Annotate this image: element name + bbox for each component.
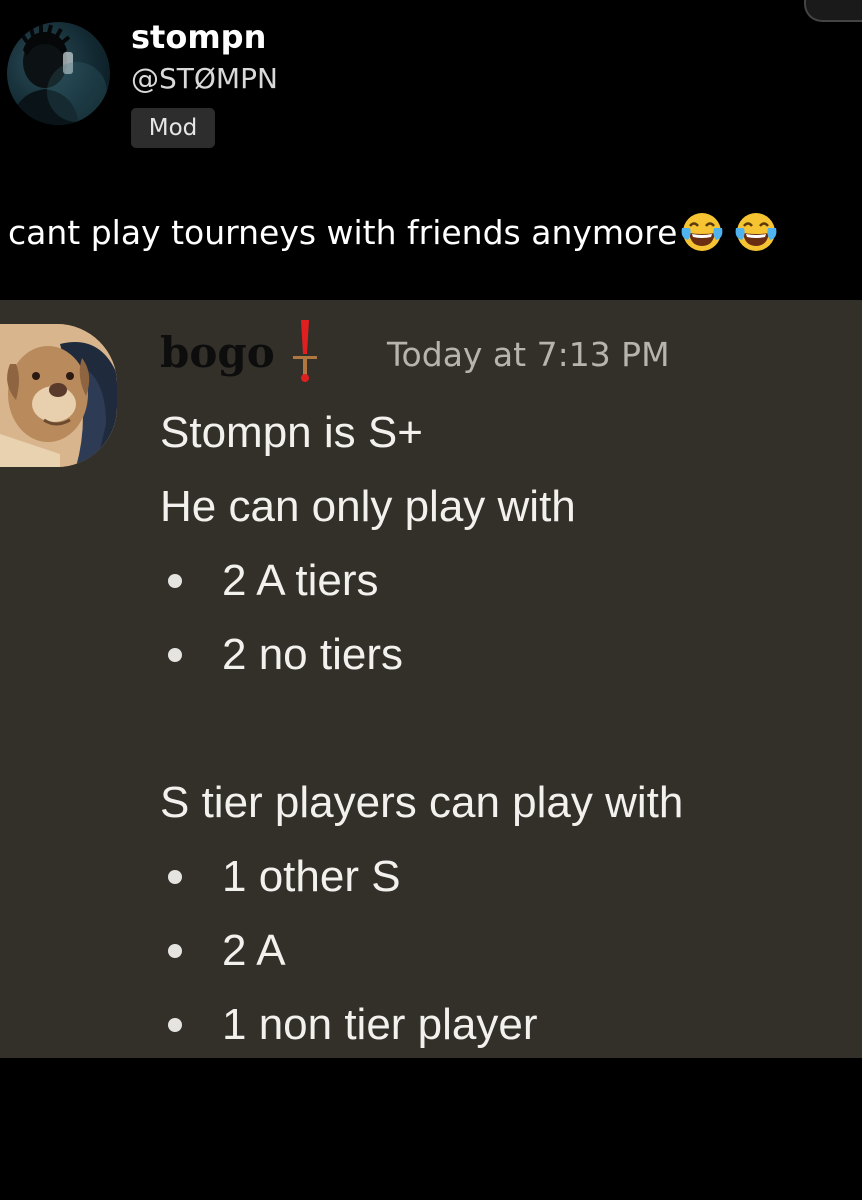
list-item-text: 1 non tier player — [222, 1000, 538, 1049]
list-item: 2 A — [160, 914, 850, 988]
bullet-icon — [168, 944, 182, 958]
post-text: cant play tourneys with friends anymore — [8, 210, 778, 254]
message-line: Stompn is S+ — [160, 408, 423, 457]
message-content: Stompn is S+ He can only play with 2 A t… — [160, 396, 850, 1062]
bullet-icon — [168, 870, 182, 884]
post-text-content: cant play tourneys with friends anymore — [8, 213, 678, 252]
list-item: 2 A tiers — [160, 544, 850, 618]
person-photo-icon — [11, 24, 107, 125]
message-author-name[interactable]: bogo — [160, 328, 275, 377]
message-line: He can only play with — [160, 482, 576, 531]
list-item-text: 2 A tiers — [222, 556, 379, 605]
message-line: S tier players can play with — [160, 778, 684, 827]
author-name[interactable]: stompn — [131, 18, 266, 56]
mod-badge: Mod — [131, 108, 215, 148]
list-item: 1 other S — [160, 840, 850, 914]
corner-handle — [804, 0, 862, 22]
bottom-blank-area — [0, 1058, 862, 1200]
bullet-icon — [168, 574, 182, 588]
discord-message-screenshot: bogo Today at 7:13 PM Stompn is S+ He ca… — [0, 300, 862, 1058]
author-handle[interactable]: @STØMPN — [131, 62, 278, 95]
dog-photo-icon — [0, 324, 117, 467]
list-item: 1 non tier player — [160, 988, 850, 1062]
message-timestamp: Today at 7:13 PM — [387, 335, 670, 374]
bullet-icon — [168, 648, 182, 662]
list-item: 2 no tiers — [160, 618, 850, 692]
message-author-avatar[interactable] — [0, 324, 117, 467]
author-avatar[interactable] — [7, 22, 110, 125]
post-header: stompn @STØMPN Mod cant play tourneys wi… — [0, 0, 862, 300]
bullet-icon — [168, 1018, 182, 1032]
face-with-tears-of-joy-icon — [681, 213, 723, 251]
exclamation-sword-icon — [293, 320, 317, 382]
list-item-text: 1 other S — [222, 852, 401, 901]
face-with-tears-of-joy-icon — [735, 213, 777, 251]
list-item-text: 2 no tiers — [222, 630, 403, 679]
list-item-text: 2 A — [222, 926, 286, 975]
